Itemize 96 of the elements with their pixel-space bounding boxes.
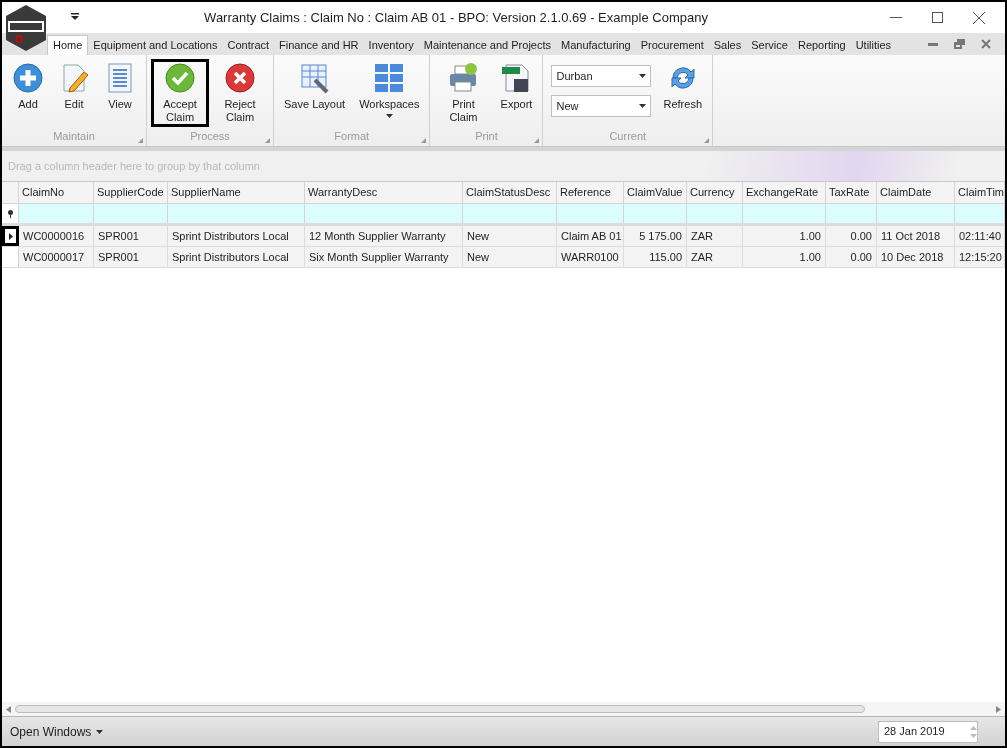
dialog-launcher-icon[interactable] (534, 138, 540, 143)
column-header[interactable]: WarrantyDesc (305, 182, 463, 203)
quick-access-dropdown-icon[interactable] (71, 13, 79, 20)
restore-icon[interactable] (954, 39, 965, 49)
table-cell: 1.00 (743, 226, 826, 246)
dropdown[interactable]: Durban (551, 65, 652, 87)
table-cell: Claim AB 01 (557, 226, 624, 246)
grid-icon (373, 62, 406, 94)
table-cell: 5 175.00 (624, 226, 687, 246)
scroll-left-icon[interactable] (6, 705, 11, 713)
ribbon-tab[interactable]: Reporting (792, 35, 851, 55)
ribbon-tab[interactable]: Finance and HR (274, 35, 364, 55)
table-cell: WC0000016 (19, 226, 94, 246)
close-icon[interactable] (973, 11, 985, 24)
column-header[interactable]: SupplierCode (94, 182, 168, 203)
column-header[interactable]: ExchangeRate (743, 182, 826, 203)
printer-icon (447, 62, 480, 94)
table-cell: New (463, 226, 557, 246)
table-cell: WARR0100 (557, 247, 624, 267)
add-icon (12, 62, 44, 94)
dropdown-arrow-icon (639, 74, 647, 78)
column-header[interactable]: TaxRate (826, 182, 877, 203)
table-cell: Six Month Supplier Warranty (305, 247, 463, 267)
column-header[interactable]: ClaimStatusDesc (463, 182, 557, 203)
caret-icon (96, 729, 104, 734)
ribbon-group-label: Format (334, 129, 370, 145)
table-cell: 11 Oct 2018 (877, 226, 955, 246)
table-cell: Sprint Distributors Local (168, 247, 305, 267)
ribbon-group-label: Print (475, 129, 498, 145)
accept-button[interactable]: Accept Claim (151, 59, 209, 127)
caret-icon (385, 114, 393, 118)
reject-button[interactable]: Reject Claim (211, 59, 269, 127)
checkmark-icon (164, 62, 196, 94)
table-cell: SPR001 (94, 247, 168, 267)
column-header[interactable]: Currency (687, 182, 743, 203)
row-indicator[interactable] (2, 226, 19, 246)
minimize-icon[interactable] (890, 16, 902, 19)
table-cell: ZAR (687, 226, 743, 246)
table-cell: 0.00 (826, 226, 877, 246)
column-header[interactable]: ClaimTim (955, 182, 1005, 203)
ribbon-group-label: Maintain (53, 129, 95, 145)
filter-pin-icon (7, 209, 13, 218)
table-wrench-icon (298, 62, 331, 94)
table-cell: ZAR (687, 247, 743, 267)
scroll-right-icon[interactable] (996, 705, 1001, 713)
maximize-icon[interactable] (932, 12, 943, 23)
layout-button[interactable]: Save Layout (278, 59, 352, 127)
export-button[interactable]: Export (494, 59, 539, 127)
edit-button[interactable]: Edit (52, 59, 96, 127)
add-button[interactable]: Add (6, 59, 50, 127)
table-cell: 10 Dec 2018 (877, 247, 955, 267)
ribbon-tab[interactable]: Procurement (635, 35, 709, 55)
table-cell: SPR001 (94, 226, 168, 246)
ribbon-tab[interactable]: Sales (708, 35, 747, 55)
workspaces-button[interactable]: Workspaces (353, 59, 426, 127)
column-header[interactable]: Reference (557, 182, 624, 203)
table-cell: Sprint Distributors Local (168, 226, 305, 246)
print-button[interactable]: Print Claim (434, 59, 493, 127)
column-header[interactable]: ClaimNo (19, 182, 94, 203)
spin-icon[interactable] (970, 724, 977, 739)
open-windows-button[interactable]: Open Windows (2, 717, 112, 746)
table-cell: 115.00 (624, 247, 687, 267)
ribbon-tab[interactable]: Manufacturing (556, 35, 636, 55)
dialog-launcher-icon[interactable] (265, 138, 270, 143)
table-cell: 12 Month Supplier Warranty (305, 226, 463, 246)
ribbon-group-label: Process (190, 129, 230, 145)
table-cell: 0.00 (826, 247, 877, 267)
table-cell: 12:15:20 (955, 247, 1005, 267)
dialog-launcher-icon[interactable] (138, 138, 143, 143)
ribbon-tab[interactable]: Equipment and Locations (88, 35, 223, 55)
dropdown-arrow-icon (639, 104, 647, 108)
table-cell: New (463, 247, 557, 267)
date-field[interactable]: 28 Jan 2019 (878, 720, 978, 743)
table-cell: 1.00 (743, 247, 826, 267)
dialog-launcher-icon[interactable] (704, 138, 709, 143)
ribbon-tab[interactable]: Maintenance and Projects (418, 35, 556, 55)
cross-icon (224, 62, 256, 94)
table-cell: 02:11:40 (955, 226, 1005, 246)
ribbon-tab[interactable]: Service (746, 35, 793, 55)
column-header[interactable]: SupplierName (168, 182, 305, 203)
minimize-icon[interactable] (928, 42, 938, 46)
refresh-button[interactable]: Refresh (657, 59, 708, 127)
ribbon-group-label: Current (609, 129, 647, 145)
ribbon-tab[interactable]: Contract (222, 35, 275, 55)
dropdown[interactable]: New (551, 95, 652, 117)
close-icon[interactable] (981, 39, 991, 49)
column-header[interactable]: ClaimDate (877, 182, 955, 203)
ribbon-tab[interactable]: Inventory (363, 35, 419, 55)
table-cell: WC0000017 (19, 247, 94, 267)
ribbon-tab[interactable]: Home (47, 35, 89, 55)
view-button[interactable]: View (98, 59, 142, 127)
window-title: Warranty Claims : Claim No : Claim AB 01 - BPO: Version 2.1.0.69 - Example Company (204, 9, 708, 25)
ribbon-tab[interactable]: Utilities (850, 35, 897, 55)
column-header[interactable]: ClaimValue (624, 182, 687, 203)
dialog-launcher-icon[interactable] (421, 138, 427, 143)
row-pointer-icon (8, 232, 13, 240)
